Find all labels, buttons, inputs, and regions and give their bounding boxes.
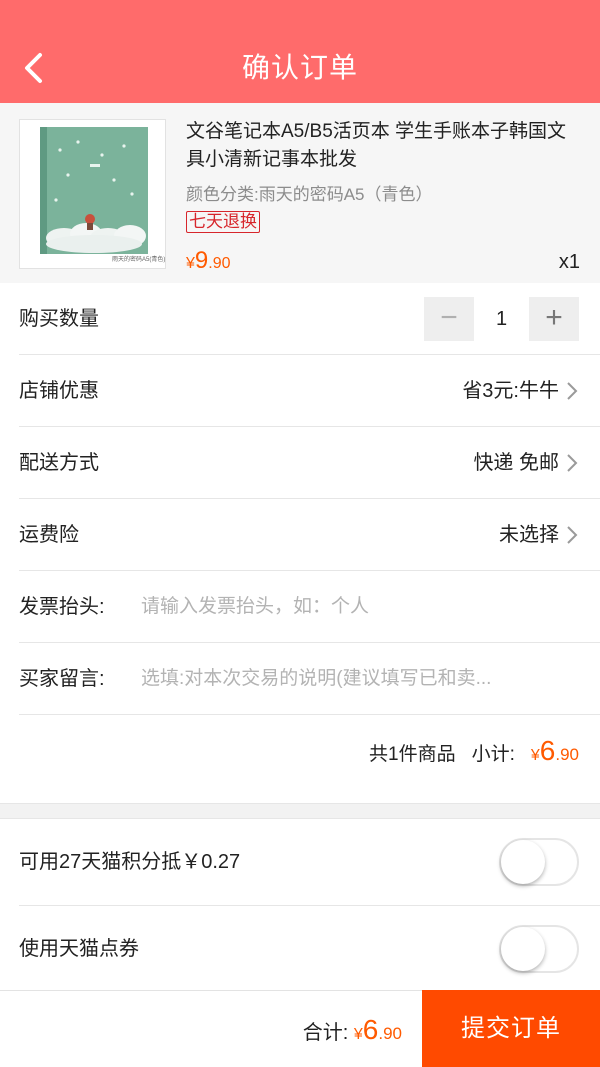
currency-symbol: ¥ [186, 255, 195, 272]
subtotal: 共1件商品 小计: ¥6.90 [369, 715, 579, 792]
delivery-row[interactable]: 配送方式 快递 免邮 [19, 427, 600, 499]
price-integer: 9 [194, 247, 209, 274]
checkout-bar: 合计: ¥6.90 提交订单 [0, 990, 600, 1067]
price-integer: 6 [362, 1014, 379, 1045]
shop-discount-row[interactable]: 店铺优惠 省3元:牛牛 [19, 355, 600, 427]
submit-order-button[interactable]: 提交订单 [422, 990, 600, 1067]
chevron-right-icon [567, 454, 578, 472]
toggle-knob [501, 840, 545, 884]
product-quantity: x1 [558, 251, 580, 273]
return-badge: 七天退换 [186, 211, 260, 233]
toggle-knob [501, 927, 545, 971]
delivery-label: 配送方式 [19, 452, 99, 474]
product-spec: 颜色分类:雨天的密码A5（青色） [186, 185, 433, 204]
price-decimal: .90 [208, 255, 231, 272]
points-row: 可用27天猫积分抵￥0.27 [19, 819, 600, 906]
payment-options: 可用27天猫积分抵￥0.27 使用天猫点券 [0, 819, 600, 993]
invoice-input[interactable] [141, 589, 581, 625]
delivery-value: 快递 免邮 [473, 452, 559, 474]
quantity-label: 购买数量 [19, 308, 99, 330]
product-price: ¥9.90 [186, 246, 231, 279]
coupon-toggle[interactable] [499, 925, 579, 973]
page-title: 确认订单 [241, 52, 358, 83]
item-count: 共1件商品 [369, 744, 456, 765]
subtotal-label: 小计: [471, 744, 515, 765]
buyer-message-input[interactable] [141, 661, 581, 697]
chevron-right-icon [567, 382, 578, 400]
order-details: 购买数量 − 1 + 店铺优惠 省3元:牛牛 配送方式 快递 免邮 运费险 未选… [0, 283, 600, 787]
chevron-right-icon [567, 526, 578, 544]
price-decimal: .90 [378, 1024, 402, 1043]
section-divider [0, 803, 600, 819]
total-price: ¥6.90 [353, 1014, 402, 1045]
points-toggle[interactable] [499, 838, 579, 886]
buyer-message-row: 买家留言: [19, 643, 600, 715]
product-card[interactable]: 雨天的密码A5(青色) 文谷笔记本A5/B5活页本 学生手账本子韩国文具小清新记… [0, 103, 600, 283]
price-integer: 6 [539, 735, 556, 766]
shop-discount-value: 省3元:牛牛 [462, 380, 559, 402]
product-image: 雨天的密码A5(青色) [19, 119, 166, 269]
quantity-value: 1 [495, 308, 508, 330]
quantity-row: 购买数量 − 1 + [19, 283, 600, 355]
decrease-button[interactable]: − [424, 297, 474, 341]
coupon-row: 使用天猫点券 [19, 906, 600, 993]
subtotal-row: 共1件商品 小计: ¥6.90 [19, 715, 600, 787]
buyer-message-label: 买家留言: [19, 668, 105, 690]
shipping-insurance-row[interactable]: 运费险 未选择 [19, 499, 600, 571]
shipping-insurance-label: 运费险 [19, 524, 79, 546]
coupon-label: 使用天猫点券 [19, 938, 139, 960]
product-image-caption: 雨天的密码A5(青色) [112, 257, 166, 263]
currency-symbol: ¥ [530, 747, 540, 764]
invoice-row: 发票抬头: [19, 571, 600, 643]
currency-symbol: ¥ [353, 1026, 363, 1043]
quantity-stepper[interactable]: − 1 + [424, 297, 579, 341]
order-total: 合计: ¥6.90 [303, 991, 402, 1067]
invoice-label: 发票抬头: [19, 596, 105, 618]
total-label: 合计: [302, 1022, 349, 1044]
product-title: 文谷笔记本A5/B5活页本 学生手账本子韩国文具小清新记事本批发 [186, 121, 567, 170]
increase-button[interactable]: + [529, 297, 579, 341]
subtotal-price: ¥6.90 [530, 735, 579, 766]
header-bar: 确认订单 [0, 0, 600, 103]
shop-discount-label: 店铺优惠 [19, 380, 99, 402]
points-label: 可用27天猫积分抵￥0.27 [19, 851, 241, 873]
price-decimal: .90 [555, 745, 579, 764]
shipping-insurance-value: 未选择 [499, 524, 559, 546]
